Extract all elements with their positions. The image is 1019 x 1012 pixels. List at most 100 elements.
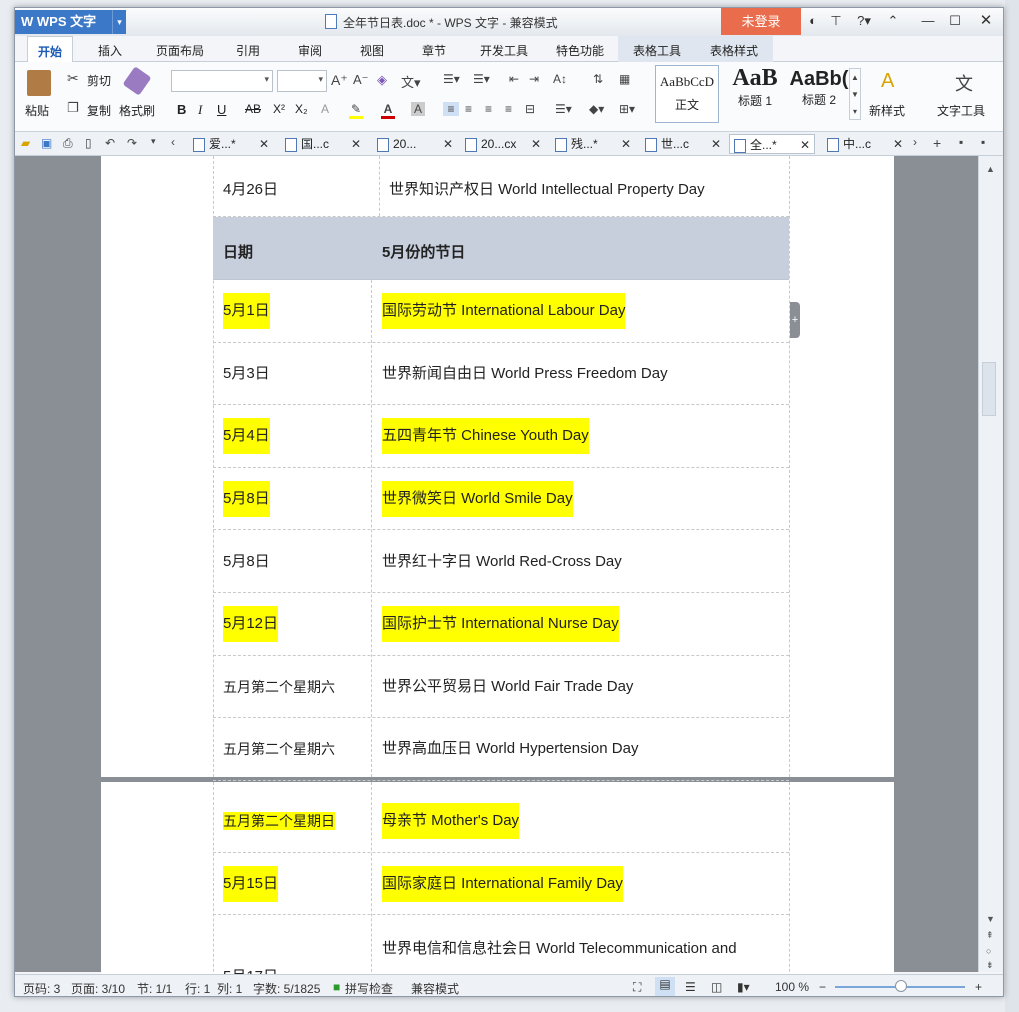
text-tools-button[interactable]: 文字工具 bbox=[937, 102, 985, 119]
zoom-in-icon[interactable]: + bbox=[975, 980, 982, 994]
scroll-down-icon[interactable]: ▼ bbox=[986, 914, 995, 924]
browse-object-icon[interactable]: ○ bbox=[986, 946, 991, 956]
font-family-select[interactable] bbox=[171, 70, 273, 92]
doc-tab[interactable]: 爱...* ✕ bbox=[189, 134, 269, 154]
style-heading2[interactable]: AaBb( 标题 2 bbox=[789, 65, 849, 123]
doc-tab[interactable]: 世...c ✕ bbox=[641, 134, 721, 154]
subscript-button[interactable]: X₂ bbox=[295, 102, 308, 116]
paste-button[interactable]: 粘贴 bbox=[25, 102, 49, 119]
sort-icon[interactable]: ⇅ bbox=[593, 72, 603, 86]
text-effect-icon[interactable]: A bbox=[321, 102, 329, 116]
document-area[interactable]: 4月26日 世界知识产权日 World Intellectual Propert… bbox=[15, 156, 1003, 990]
copy-button[interactable]: 复制 bbox=[87, 102, 111, 119]
table-row[interactable]: 五月第二个星期日 母亲节 Mother's Day bbox=[213, 790, 789, 853]
status-pages[interactable]: 页面: 3/10 bbox=[71, 980, 125, 996]
format-painter-icon[interactable] bbox=[122, 66, 152, 96]
table-row[interactable]: 5月4日 五四青年节 Chinese Youth Day bbox=[213, 405, 789, 468]
print-preview-icon[interactable]: ▯ bbox=[85, 136, 92, 150]
table-row[interactable]: 五月第二个星期六 世界高血压日 World Hypertension Day bbox=[213, 718, 789, 781]
align-right-icon[interactable]: ≡ bbox=[485, 102, 492, 116]
reading-view-icon[interactable]: ▮▾ bbox=[737, 980, 750, 994]
web-view-icon[interactable]: ◫ bbox=[711, 980, 722, 994]
bold-button[interactable]: B bbox=[177, 102, 186, 117]
tab-page-layout[interactable]: 页面布局 bbox=[150, 36, 210, 62]
zoom-slider-thumb[interactable] bbox=[895, 980, 907, 992]
skin-icon[interactable]: ◐ bbox=[805, 13, 821, 29]
clear-format-icon[interactable]: ◈ bbox=[377, 72, 387, 88]
chevron-down-icon[interactable]: ▾ bbox=[112, 10, 126, 34]
italic-button[interactable]: I bbox=[198, 102, 202, 118]
table-row[interactable]: 4月26日 世界知识产权日 World Intellectual Propert… bbox=[213, 156, 789, 217]
help-icon[interactable]: ?▾ bbox=[851, 13, 877, 29]
close-icon[interactable]: ✕ bbox=[978, 13, 994, 29]
close-icon[interactable]: ✕ bbox=[800, 135, 810, 155]
table-row[interactable]: 5月15日 国际家庭日 International Family Day bbox=[213, 853, 789, 916]
close-icon[interactable]: ✕ bbox=[893, 134, 903, 154]
scissors-icon[interactable]: ✂ bbox=[67, 70, 79, 87]
char-shading-icon[interactable]: A bbox=[411, 102, 425, 116]
style-normal[interactable]: AaBbCcD 正文 bbox=[655, 65, 719, 123]
tab-review[interactable]: 审阅 bbox=[287, 36, 333, 62]
font-case-icon[interactable]: A↕ bbox=[553, 72, 567, 86]
open-folder-icon[interactable]: ▰ bbox=[21, 136, 30, 150]
outline-view-icon[interactable]: ☰ bbox=[685, 980, 696, 994]
scroll-up-icon[interactable]: ▲ bbox=[986, 164, 995, 174]
scrollbar-thumb[interactable] bbox=[982, 362, 996, 416]
next-page-icon[interactable]: ⇟ bbox=[986, 960, 994, 971]
zoom-out-icon[interactable]: − bbox=[819, 980, 826, 994]
justify-icon[interactable]: ≡ bbox=[505, 102, 512, 116]
table-row[interactable]: 5月1日 国际劳动节 International Labour Day bbox=[213, 280, 789, 343]
close-icon[interactable]: ✕ bbox=[711, 134, 721, 154]
style-heading1[interactable]: AaB 标题 1 bbox=[723, 65, 787, 123]
shading-icon[interactable]: ◆▾ bbox=[589, 102, 604, 116]
doc-tab[interactable]: 中...c ✕ bbox=[823, 134, 903, 154]
tab-menu-icon[interactable]: ▪ bbox=[981, 135, 985, 149]
copy-icon[interactable]: ❐ bbox=[67, 100, 79, 116]
superscript-button[interactable]: X² bbox=[273, 102, 285, 116]
shirt-icon[interactable]: ⊤ bbox=[828, 13, 844, 29]
grow-font-icon[interactable]: A⁺ bbox=[331, 72, 348, 89]
close-icon[interactable]: ✕ bbox=[531, 134, 541, 154]
table-row[interactable]: 5月8日 世界红十字日 World Red-Cross Day bbox=[213, 530, 789, 593]
login-button[interactable]: 未登录 bbox=[721, 8, 801, 35]
close-icon[interactable]: ✕ bbox=[443, 134, 453, 154]
page-view-icon[interactable]: ▤ bbox=[655, 977, 675, 996]
bullets-icon[interactable]: ☰▾ bbox=[443, 72, 460, 86]
tab-home[interactable]: 开始 bbox=[27, 36, 73, 63]
save-icon[interactable]: ▣ bbox=[41, 136, 52, 150]
close-icon[interactable]: ✕ bbox=[621, 134, 631, 154]
doc-tab-active[interactable]: 全...* ✕ bbox=[729, 134, 815, 154]
table-grid-icon[interactable]: ▦ bbox=[619, 72, 630, 86]
prev-page-icon[interactable]: ⇞ bbox=[986, 930, 994, 941]
minimize-icon[interactable]: — bbox=[920, 13, 936, 29]
style-scroll-icon[interactable]: ▲ ▼ ▾ bbox=[849, 68, 861, 120]
new-style-icon[interactable]: A bbox=[881, 70, 894, 93]
line-spacing-icon[interactable]: ☰▾ bbox=[555, 102, 572, 116]
vertical-scrollbar[interactable]: ▲ ▼ ⇞ ○ ⇟ bbox=[978, 156, 1003, 972]
doc-tab[interactable]: 20... ✕ bbox=[373, 134, 453, 154]
fullscreen-icon[interactable]: ⛶ bbox=[633, 980, 641, 995]
align-center-icon[interactable]: ≡ bbox=[465, 102, 472, 116]
format-painter-button[interactable]: 格式刷 bbox=[119, 102, 155, 119]
pinyin-icon[interactable]: 文▾ bbox=[401, 72, 421, 91]
table-header-row[interactable]: 日期 5月份的节日 bbox=[213, 217, 789, 280]
table-row[interactable]: 五月第二个星期六 世界公平贸易日 World Fair Trade Day bbox=[213, 656, 789, 719]
undo-icon[interactable]: ↶ bbox=[105, 136, 115, 150]
new-tab-icon[interactable]: + bbox=[933, 135, 941, 151]
align-left-icon[interactable]: ≡ bbox=[443, 102, 459, 116]
strikethrough-button[interactable]: AB bbox=[245, 102, 261, 116]
tab-table-tools[interactable]: 表格工具 bbox=[622, 36, 692, 62]
doc-tab[interactable]: 残...* ✕ bbox=[551, 134, 631, 154]
tab-developer[interactable]: 开发工具 bbox=[473, 36, 535, 62]
redo-icon[interactable]: ↷ bbox=[127, 136, 137, 150]
tab-references[interactable]: 引用 bbox=[225, 36, 271, 62]
maximize-icon[interactable]: ☐ bbox=[947, 13, 963, 29]
table-row[interactable]: 5月8日 世界微笑日 World Smile Day bbox=[213, 468, 789, 531]
close-icon[interactable]: ✕ bbox=[259, 134, 269, 154]
border-icon[interactable]: ⊞▾ bbox=[619, 102, 635, 116]
doc-tab[interactable]: 20...cx ✕ bbox=[461, 134, 541, 154]
wps-app-menu-button[interactable]: W WPS 文字 ▾ bbox=[15, 10, 126, 34]
new-style-button[interactable]: 新样式 bbox=[869, 102, 905, 119]
tab-table-styles[interactable]: 表格样式 bbox=[699, 36, 769, 62]
font-color-icon[interactable]: A bbox=[381, 102, 395, 119]
